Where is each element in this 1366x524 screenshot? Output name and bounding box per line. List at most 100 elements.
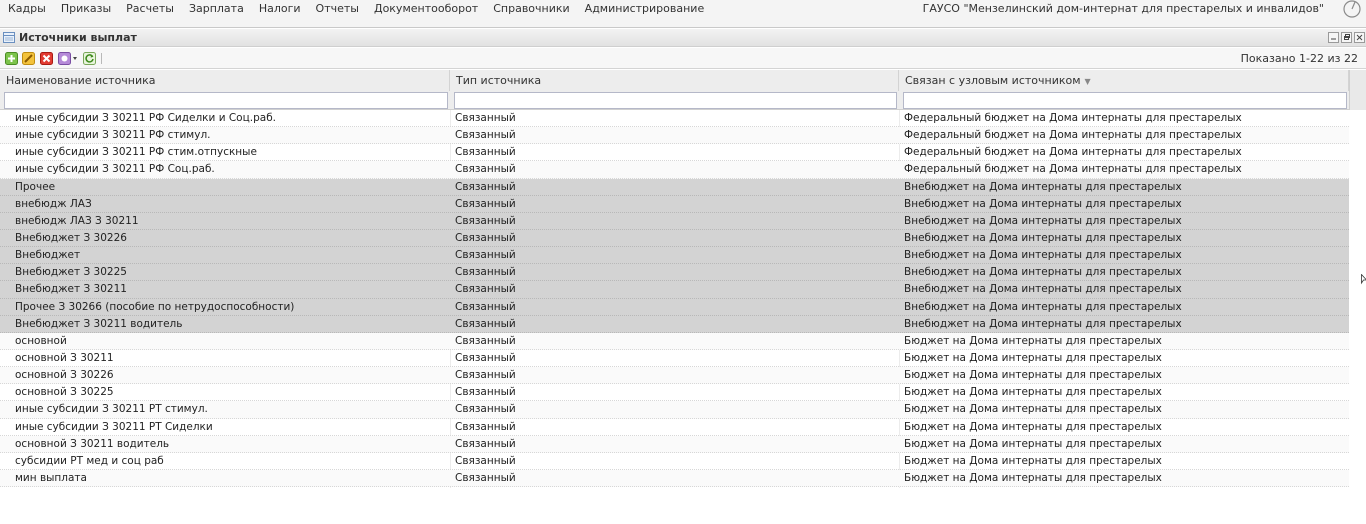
cell-linked: Бюджет на Дома интернаты для престарелых	[904, 334, 1162, 347]
menu-item-prikazy[interactable]: Приказы	[53, 0, 118, 18]
grid-body: иные субсидии З 30211 РФ Сиделки и Соц.р…	[0, 110, 1349, 488]
table-row[interactable]: внебюдж ЛАЗ З 30211 Связанный Внебюджет на…	[0, 212, 1349, 230]
table-row[interactable]: иные субсидии З 30211 РФ стимул. Связанны…	[0, 127, 1349, 145]
cell-type: Связанный	[455, 420, 516, 433]
table-row[interactable]: Внебюджет З 30226 Связанный Внебюджет на Д…	[0, 229, 1349, 248]
table-row[interactable]: основной З 30226 Связанный Бюджет на Дома …	[0, 367, 1349, 385]
table-row[interactable]: Внебюджет З 30211 Связанный Внебюджет на Д…	[0, 281, 1349, 299]
cell-name: иные субсидии З 30211 РФ Соц.раб.	[15, 163, 215, 176]
cell-name: иные субсидии З 30211 РФ стим.отпускные	[15, 146, 257, 159]
cell-type: Связанный	[455, 112, 516, 124]
close-icon[interactable]	[1354, 32, 1365, 43]
refresh-icon[interactable]	[83, 52, 96, 65]
cell-linked: Внебюджет на Дома интернаты для престаре…	[904, 300, 1182, 313]
delete-icon[interactable]	[40, 52, 53, 65]
cell-name: иные субсидии З 30211 РТ стимул.	[15, 403, 208, 416]
cell-type: Связанный	[455, 283, 516, 296]
table-row[interactable]: основной З 30211 Связанный Бюджет на Дома …	[0, 350, 1349, 368]
column-header-linked[interactable]: Связан с узловым источником ▼	[899, 70, 1349, 91]
menu-item-raschety[interactable]: Расчеты	[118, 0, 181, 18]
cell-type: Связанный	[455, 129, 516, 142]
cell-linked: Внебюджет на Дома интернаты для престаре…	[904, 266, 1182, 279]
menu-item-spravochniki[interactable]: Справочники	[485, 0, 576, 18]
cell-name: основной З 30211	[15, 351, 114, 364]
cell-linked: Внебюджет на Дома интернаты для престаре…	[904, 249, 1182, 262]
cell-name: основной	[15, 334, 67, 347]
menu-item-otchety[interactable]: Отчеты	[308, 0, 366, 18]
table-row[interactable]: Внебюджет З 30211 водитель Связанный Внебю…	[0, 315, 1349, 333]
menu-item-administrirovanie[interactable]: Администрирование	[577, 0, 712, 18]
table-row[interactable]: основной З 30225 Связанный Бюджет на Дома …	[0, 384, 1349, 402]
column-header-label: Связан с узловым источником	[905, 74, 1081, 87]
cell-linked: Внебюджет на Дома интернаты для престаре…	[904, 317, 1182, 330]
cell-type: Связанный	[455, 266, 516, 279]
cell-name: Внебюджет З 30226	[15, 231, 127, 244]
clock-icon[interactable]	[1342, 0, 1362, 18]
cell-linked: Бюджет на Дома интернаты для престарелых	[904, 420, 1162, 433]
cell-type: Связанный	[455, 214, 516, 227]
cell-type: Связанный	[455, 231, 516, 244]
table-row[interactable]: основной З 30211 водитель Связанный Бюджет…	[0, 435, 1349, 453]
restore-icon[interactable]	[1341, 32, 1352, 43]
add-icon[interactable]	[5, 52, 18, 65]
cell-type: Связанный	[455, 351, 516, 364]
filter-input-name[interactable]	[4, 92, 448, 109]
cell-linked: Федеральный бюджет на Дома интернаты для…	[904, 112, 1242, 124]
table-row[interactable]: иные субсидии З 30211 РТ Сиделки Связанны…	[0, 419, 1349, 436]
panel-title: Источники выплат	[19, 31, 137, 44]
mouse-cursor-icon	[1361, 274, 1366, 285]
table-row[interactable]: Прочее З 30266 (пособие по нетрудоспособ…	[0, 298, 1349, 316]
cell-name: мин выплата	[15, 471, 87, 484]
cell-name: Внебюджет З 30211	[15, 283, 127, 296]
cell-linked: Бюджет на Дома интернаты для престарелых	[904, 471, 1162, 484]
table-row[interactable]: Внебюджет Связанный Внебюджет на Дома инте…	[0, 247, 1349, 265]
cell-name: основной З 30211 водитель	[15, 437, 170, 450]
menu-item-nalogi[interactable]: Налоги	[251, 0, 308, 18]
edit-icon[interactable]	[22, 52, 35, 65]
column-header-type[interactable]: Тип источника	[450, 70, 899, 91]
cell-type: Связанный	[455, 317, 516, 330]
table-row[interactable]: внебюдж ЛАЗ Связанный Внебюджет на Дома ин…	[0, 195, 1349, 213]
cell-linked: Бюджет на Дома интернаты для престарелых	[904, 369, 1162, 382]
cell-linked: Бюджет на Дома интернаты для престарелых	[904, 386, 1162, 399]
table-row[interactable]: иные субсидии З 30211 РФ стим.отпускные С…	[0, 144, 1349, 162]
table-row[interactable]: Прочее Связанный Внебюджет на Дома интерна…	[0, 178, 1349, 196]
scrollbar-header	[1349, 70, 1366, 110]
menu-icon[interactable]	[58, 52, 78, 65]
cell-linked: Внебюджет на Дома интернаты для престаре…	[904, 283, 1182, 296]
cell-type: Связанный	[455, 163, 516, 176]
table-row[interactable]: иные субсидии З 30211 РФ Соц.раб. Связанн…	[0, 161, 1349, 179]
paging-status: Показано 1-22 из 22	[1240, 52, 1358, 65]
cell-type: Связанный	[455, 437, 516, 450]
cell-name: иные субсидии З 30211 РФ стимул.	[15, 129, 211, 142]
grid-header: Наименование источника Тип источника Свя…	[0, 70, 1366, 110]
cell-linked: Бюджет на Дома интернаты для престарелых	[904, 403, 1162, 416]
cell-type: Связанный	[455, 300, 516, 313]
cell-name: субсидии РТ мед и соц раб	[15, 454, 164, 467]
menu-item-zarplata[interactable]: Зарплата	[181, 0, 251, 18]
toolbar-separator	[101, 53, 102, 64]
menu-item-dokumentooborot[interactable]: Документооборот	[366, 0, 485, 18]
column-header-label: Тип источника	[456, 74, 542, 87]
cell-linked: Внебюджет на Дома интернаты для престаре…	[904, 231, 1182, 244]
table-row[interactable]: иные субсидии З 30211 РФ Сиделки и Соц.р…	[0, 110, 1349, 128]
menu-item-kadry[interactable]: Кадры	[0, 0, 53, 18]
table-row[interactable]: мин выплата Связанный Бюджет на Дома интер…	[0, 469, 1349, 488]
cell-name: Внебюджет З 30211 водитель	[15, 317, 183, 330]
cell-linked: Внебюджет на Дома интернаты для престаре…	[904, 180, 1182, 193]
cell-type: Связанный	[455, 146, 516, 159]
cell-linked: Бюджет на Дома интернаты для престарелых	[904, 437, 1162, 450]
minimize-icon[interactable]	[1328, 32, 1339, 43]
cell-type: Связанный	[455, 334, 516, 347]
sort-arrow-icon[interactable]: ▼	[1085, 71, 1091, 92]
filter-input-type[interactable]	[454, 92, 897, 109]
column-header-name[interactable]: Наименование источника	[0, 70, 450, 91]
table-row[interactable]: субсидии РТ мед и соц раб Связанный Бюджет…	[0, 453, 1349, 470]
cell-linked: Федеральный бюджет на Дома интернаты для…	[904, 129, 1242, 142]
cell-type: Связанный	[455, 386, 516, 399]
table-row[interactable]: основной Связанный Бюджет на Дома интернат…	[0, 332, 1349, 350]
table-row[interactable]: Внебюджет З 30225 Связанный Внебюджет на Д…	[0, 264, 1349, 282]
cell-name: Внебюджет З 30225	[15, 266, 127, 279]
filter-input-linked[interactable]	[903, 92, 1347, 109]
table-row[interactable]: иные субсидии З 30211 РТ стимул. Связанны…	[0, 401, 1349, 419]
